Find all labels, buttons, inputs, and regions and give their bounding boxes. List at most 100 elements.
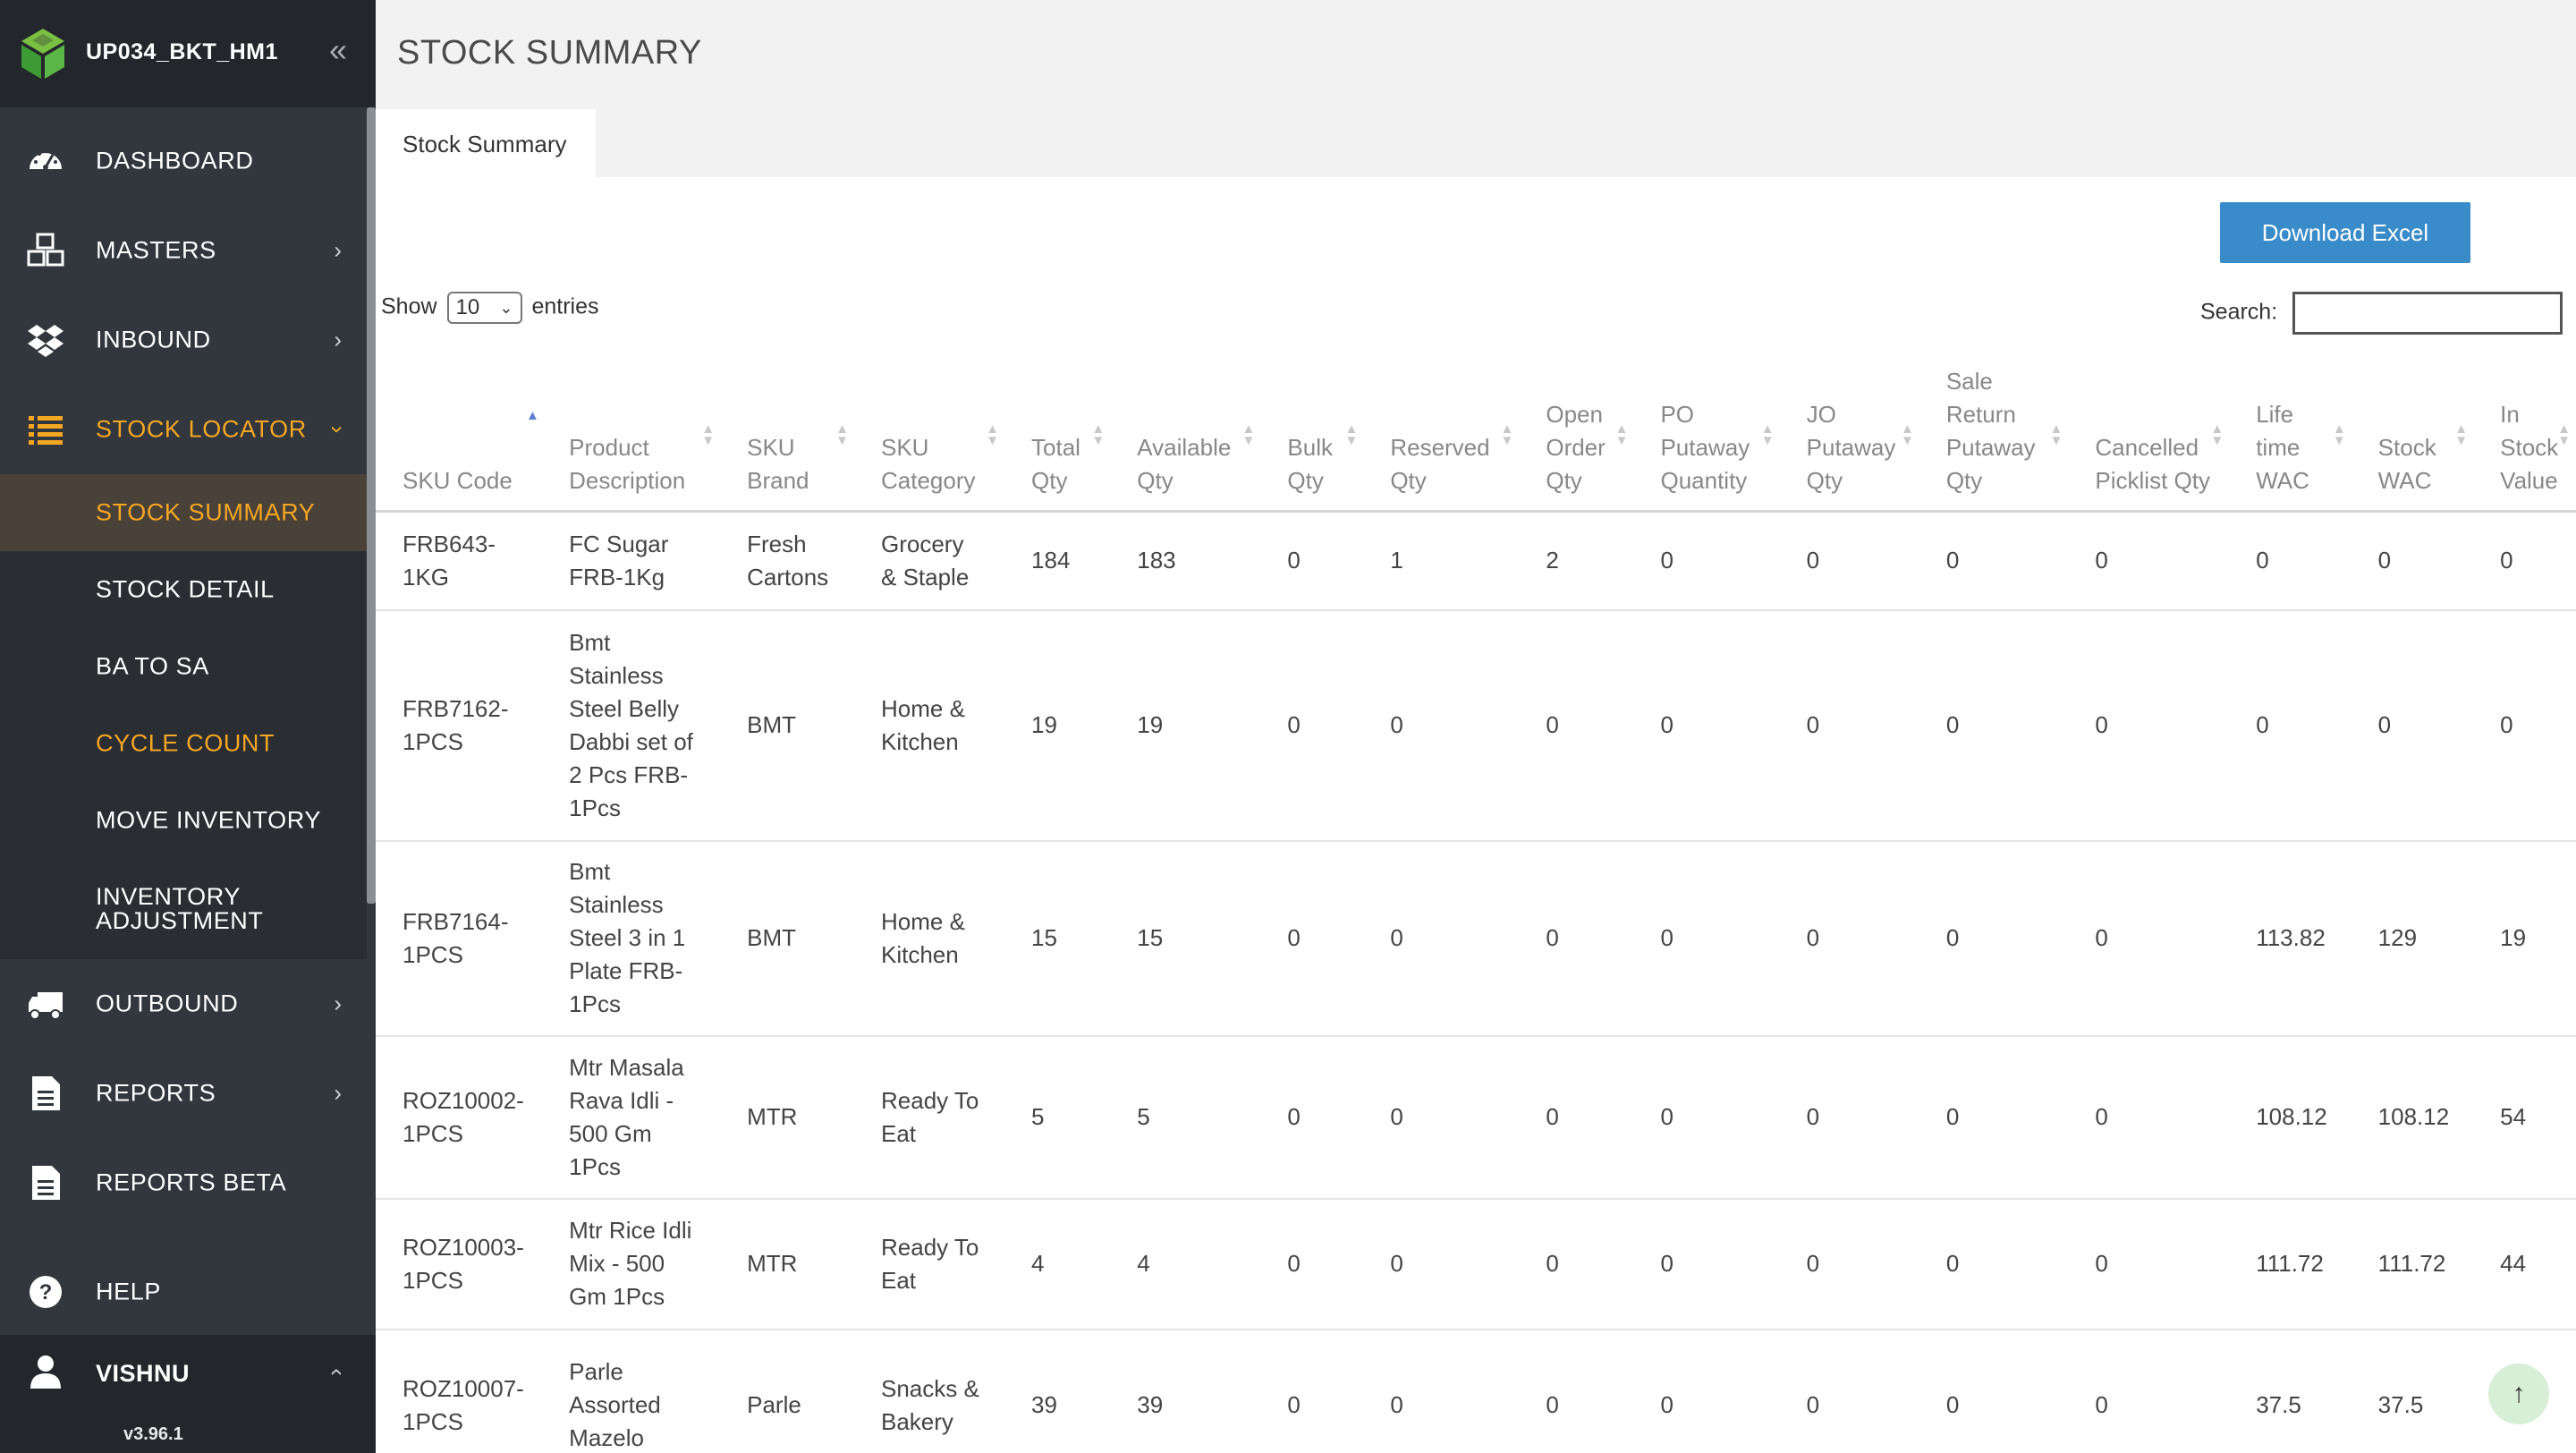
table-cell: 0	[1919, 840, 2069, 1037]
truck-icon	[29, 992, 63, 1020]
nav-reports-beta[interactable]: REPORTS BETA	[0, 1138, 367, 1228]
nav-label: OUTBOUND	[96, 990, 239, 1017]
sort-icon: ▲ ▼	[1900, 421, 1914, 448]
collapse-sidebar-icon[interactable]: «	[329, 34, 347, 66]
stock-summary-table: SKU Code ▲ Product Description ▲ ▼ SKU Brand ▲…	[376, 365, 2576, 1453]
sidebar-scrollbar[interactable]	[367, 107, 376, 904]
table-row[interactable]: FRB7162-1PCS Bmt Stainless Steel Belly Da…	[376, 609, 2576, 842]
table-cell: 0	[1363, 1329, 1520, 1453]
download-excel-button[interactable]: Download Excel	[2220, 202, 2470, 263]
table-cell: 0	[1363, 609, 1520, 842]
table-cell: 0	[2351, 609, 2474, 842]
app-version: v3.96.1	[123, 1424, 183, 1444]
column-header[interactable]: Product Description ▲ ▼	[542, 365, 721, 513]
nav-stock-locator[interactable]: STOCK LOCATOR ›	[0, 385, 367, 474]
column-header[interactable]: Stock WAC ▲ ▼	[2351, 365, 2474, 513]
chevron-down-icon: ⌄	[499, 299, 513, 317]
sub-item-label: MOVE INVENTORY	[96, 806, 321, 834]
table-cell: FRB643-1KG	[376, 511, 543, 611]
nav-help[interactable]: ? HELP	[0, 1247, 367, 1337]
nav-inbound[interactable]: INBOUND ›	[0, 295, 367, 385]
sub-item-label: STOCK SUMMARY	[96, 498, 316, 526]
table-cell: 0	[1919, 1198, 2069, 1330]
table-cell: 0	[1919, 1035, 2069, 1200]
nav-outbound[interactable]: OUTBOUND ›	[0, 959, 367, 1049]
sub-item-stock-detail[interactable]: STOCK DETAIL	[0, 551, 367, 628]
nav-dashboard[interactable]: DASHBOARD	[0, 116, 367, 206]
entries-length-control: Show 10 ⌄ entries	[381, 292, 599, 324]
table-cell: 19	[1110, 609, 1261, 842]
chevron-right-icon: ›	[334, 236, 342, 264]
table-cell: FRB7162-1PCS	[376, 609, 543, 842]
tab-label: Stock Summary	[402, 131, 567, 157]
table-cell: ROZ10003-1PCS	[376, 1198, 543, 1330]
table-cell: 111.72	[2351, 1198, 2474, 1330]
svg-text:?: ?	[39, 1280, 53, 1304]
column-header-label: JO Putaway Qty	[1806, 401, 1896, 494]
table-cell: Snacks & Bakery	[854, 1329, 1005, 1453]
table-cell: 0	[1633, 1329, 1780, 1453]
sub-item-cycle-count[interactable]: CYCLE COUNT	[0, 705, 367, 782]
table-cell: 0	[1260, 511, 1364, 611]
table-cell: 4	[1004, 1198, 1111, 1330]
table-cell: 183	[1110, 511, 1261, 611]
tab-stock-summary[interactable]: Stock Summary	[376, 109, 596, 177]
column-header[interactable]: Available Qty ▲ ▼	[1110, 365, 1261, 513]
column-header[interactable]: JO Putaway Qty ▲ ▼	[1779, 365, 1919, 513]
column-header[interactable]: Reserved Qty ▲ ▼	[1363, 365, 1520, 513]
nav-reports[interactable]: REPORTS ›	[0, 1049, 367, 1138]
table-cell: 0	[1519, 840, 1634, 1037]
table-cell: 0	[1260, 840, 1364, 1037]
sort-icon: ▲ ▼	[2049, 421, 2063, 448]
column-header[interactable]: Life time WAC ▲ ▼	[2229, 365, 2351, 513]
sub-item-inventory-adjustment[interactable]: INVENTORY ADJUSTMENT	[0, 859, 367, 959]
column-header[interactable]: In Stock Value ▲ ▼	[2473, 365, 2576, 513]
column-header[interactable]: SKU Code ▲	[376, 365, 543, 513]
column-header-label: Cancelled Picklist Qty	[2095, 434, 2210, 494]
table-cell: 19	[1004, 609, 1111, 842]
scroll-to-top-button[interactable]: ↑	[2488, 1364, 2549, 1424]
column-header[interactable]: SKU Category ▲ ▼	[854, 365, 1005, 513]
column-header-label: SKU Category	[881, 434, 976, 494]
table-row[interactable]: FRB643-1KG FC Sugar FRB-1Kg Fresh Cartons G…	[376, 511, 2576, 611]
table-cell: Mtr Rice Idli Mix - 500 Gm 1Pcs	[542, 1198, 721, 1330]
table-cell: 0	[2351, 511, 2474, 611]
sort-icon: ▲	[526, 408, 539, 423]
table-cell: 184	[1004, 511, 1111, 611]
table-cell: Ready To Eat	[854, 1035, 1005, 1200]
sidebar: UP034_BKT_HM1 « DASHBOARD MASTERS › INBO…	[0, 0, 376, 1453]
search-input[interactable]	[2292, 292, 2563, 335]
table-row[interactable]: ROZ10002-1PCS Mtr Masala Rava Idli - 500 …	[376, 1035, 2576, 1200]
column-header[interactable]: PO Putaway Quantity ▲ ▼	[1633, 365, 1780, 513]
table-row[interactable]: ROZ10007-1PCS Parle Assorted Mazelo Parle S…	[376, 1329, 2576, 1453]
sub-item-move-inventory[interactable]: MOVE INVENTORY	[0, 782, 367, 859]
table-cell: 54	[2473, 1035, 2576, 1200]
column-header[interactable]: SKU Brand ▲ ▼	[720, 365, 854, 513]
column-header[interactable]: Sale Return Putaway Qty ▲ ▼	[1919, 365, 2069, 513]
column-header[interactable]: Open Order Qty ▲ ▼	[1519, 365, 1634, 513]
table-cell: 0	[1633, 1198, 1780, 1330]
entries-select[interactable]: 10 ⌄	[446, 292, 522, 324]
user-menu[interactable]: VISHNU › v3.96.1	[0, 1335, 376, 1453]
nav-label: REPORTS	[96, 1079, 216, 1107]
table-cell: 0	[2473, 511, 2576, 611]
sub-item-stock-summary[interactable]: STOCK SUMMARY	[0, 474, 367, 551]
column-header[interactable]: Total Qty ▲ ▼	[1004, 365, 1111, 513]
table-cell: 0	[1779, 511, 1919, 611]
column-header-label: SKU Brand	[747, 434, 809, 494]
table-cell: 0	[2229, 511, 2351, 611]
table-cell: 37.5	[2229, 1329, 2351, 1453]
sort-icon: ▲ ▼	[986, 421, 1000, 448]
table-cell: 0	[1519, 1035, 1634, 1200]
column-header[interactable]: Bulk Qty ▲ ▼	[1260, 365, 1364, 513]
sort-icon: ▲ ▼	[2210, 421, 2224, 448]
sub-item-ba-to-sa[interactable]: BA TO SA	[0, 628, 367, 705]
table-row[interactable]: FRB7164-1PCS Bmt Stainless Steel 3 in 1 P…	[376, 840, 2576, 1037]
table-row[interactable]: ROZ10003-1PCS Mtr Rice Idli Mix - 500 Gm …	[376, 1198, 2576, 1330]
column-header[interactable]: Cancelled Picklist Qty ▲ ▼	[2068, 365, 2230, 513]
table-cell: 0	[1260, 1198, 1364, 1330]
table-cell: 0	[1363, 1035, 1520, 1200]
nav-masters[interactable]: MASTERS ›	[0, 206, 367, 295]
cubes-icon	[27, 233, 64, 267]
table-cell: 0	[2229, 609, 2351, 842]
